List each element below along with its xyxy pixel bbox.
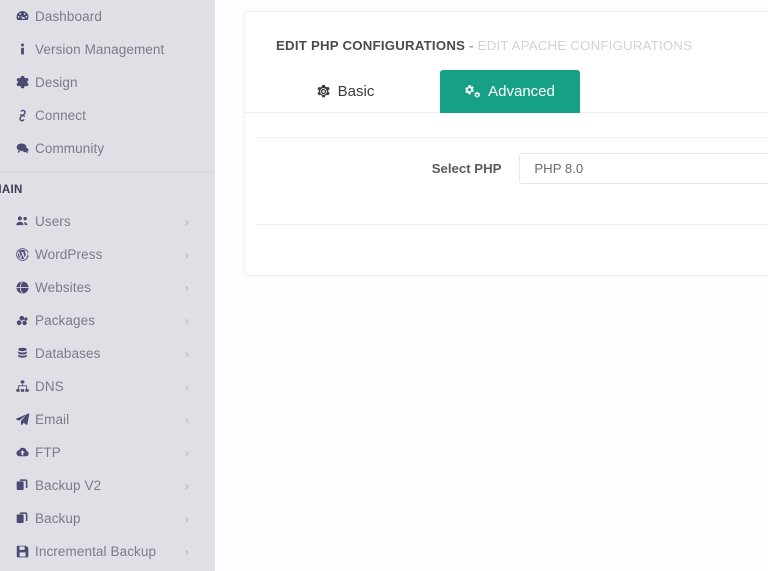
chevron-right-icon: › <box>185 478 189 493</box>
sidebar-item-label: Users <box>35 214 71 229</box>
sidebar-item-label: Email <box>35 412 70 427</box>
page-title-separator: - <box>465 38 478 53</box>
wordpress-icon <box>9 247 35 262</box>
sidebar-item-label: Design <box>35 75 78 90</box>
sidebar-item-label: DNS <box>35 379 64 394</box>
sidebar-item-community[interactable]: Community <box>0 132 215 165</box>
sidebar-item-dns[interactable]: DNS › <box>0 370 215 403</box>
sidebar-item-ftp[interactable]: FTP › <box>0 436 215 469</box>
tab-advanced-label: Advanced <box>488 83 555 100</box>
main-content: EDIT PHP CONFIGURATIONS - EDIT APACHE CO… <box>215 0 768 571</box>
sidebar-item-connect[interactable]: Connect <box>0 99 215 132</box>
sidebar-item-users[interactable]: Users › <box>0 205 215 238</box>
sidebar-item-label: FTP <box>35 445 61 460</box>
tab-bar: Basic Advanced <box>245 70 768 113</box>
sidebar-main-list: Users › WordPress › Websites › Packages › Databa… <box>0 205 215 568</box>
sidebar-item-label: Websites <box>35 280 92 295</box>
chevron-right-icon: › <box>185 379 189 394</box>
packages-icon <box>9 313 35 328</box>
chevron-right-icon: › <box>185 511 189 526</box>
tab-advanced[interactable]: Advanced <box>440 70 580 113</box>
page-title-primary: EDIT PHP CONFIGURATIONS <box>276 38 466 53</box>
sidebar-item-version-management[interactable]: Version Management <box>0 33 215 66</box>
link-icon <box>9 108 35 123</box>
sidebar-item-label: Connect <box>35 108 86 123</box>
separator-top <box>256 137 768 138</box>
select-php-dropdown[interactable]: PHP 8.0 <box>519 153 768 184</box>
gear-icon <box>316 84 331 99</box>
sidebar-item-dashboard[interactable]: Dashboard <box>0 0 215 33</box>
sidebar: Dashboard Version Management Design Connect… <box>0 0 215 571</box>
chevron-right-icon: › <box>185 445 189 460</box>
sidebar-item-websites[interactable]: Websites › <box>0 271 215 304</box>
sidebar-item-packages[interactable]: Packages › <box>0 304 215 337</box>
sidebar-item-label: Version Management <box>35 42 165 57</box>
sidebar-item-email[interactable]: Email › <box>0 403 215 436</box>
page-title: EDIT PHP CONFIGURATIONS - EDIT APACHE CO… <box>276 38 768 53</box>
select-php-row: Select PHP PHP 8.0 <box>245 153 768 184</box>
gear-icon <box>9 75 35 90</box>
page-title-secondary: EDIT APACHE CONFIGURATIONS <box>477 38 693 53</box>
sidebar-item-label: Databases <box>35 346 101 361</box>
paper-plane-icon <box>9 412 35 427</box>
chevron-right-icon: › <box>185 544 189 559</box>
sidebar-item-backup[interactable]: Backup › <box>0 502 215 535</box>
users-icon <box>9 214 35 229</box>
separator-bottom <box>256 224 768 225</box>
copy-icon <box>9 478 35 493</box>
sidebar-item-databases[interactable]: Databases › <box>0 337 215 370</box>
sidebar-item-label: Backup <box>35 511 81 526</box>
sidebar-item-label: Community <box>35 141 105 156</box>
select-php-label: Select PHP <box>431 161 502 176</box>
tab-basic[interactable]: Basic <box>292 70 398 113</box>
chevron-right-icon: › <box>185 280 189 295</box>
chevron-right-icon: › <box>185 412 189 427</box>
tab-basic-label: Basic <box>337 83 375 100</box>
globe-icon <box>9 280 35 295</box>
database-icon <box>9 346 35 361</box>
sidebar-item-wordpress[interactable]: WordPress › <box>0 238 215 271</box>
cogs-icon <box>465 84 481 99</box>
cloud-upload-icon <box>9 445 35 460</box>
chevron-right-icon: › <box>185 346 189 361</box>
comments-icon <box>9 141 35 156</box>
save-icon <box>9 544 35 559</box>
sidebar-item-label: Backup V2 <box>35 478 102 493</box>
chevron-right-icon: › <box>185 247 189 262</box>
select-php-value: PHP 8.0 <box>534 161 584 176</box>
sidebar-item-label: Packages <box>35 313 96 328</box>
card-header: EDIT PHP CONFIGURATIONS - EDIT APACHE CO… <box>245 12 768 53</box>
sidebar-item-incremental-backup[interactable]: Incremental Backup › <box>0 535 215 568</box>
sidebar-item-label: Incremental Backup <box>35 544 157 559</box>
sidebar-item-label: Dashboard <box>35 9 102 24</box>
sidebar-top-list: Dashboard Version Management Design Connect… <box>0 0 215 165</box>
dashboard-icon <box>9 9 35 24</box>
sidebar-item-label: WordPress <box>35 247 103 262</box>
sidebar-item-design[interactable]: Design <box>0 66 215 99</box>
sitemap-icon <box>9 379 35 394</box>
sidebar-section-title: MAIN <box>0 184 23 196</box>
sidebar-item-backup-v2[interactable]: Backup V2 › <box>0 469 215 502</box>
info-icon <box>9 42 35 57</box>
copy-icon <box>9 511 35 526</box>
php-configurations-card: EDIT PHP CONFIGURATIONS - EDIT APACHE CO… <box>244 11 768 276</box>
chevron-right-icon: › <box>185 313 189 328</box>
chevron-right-icon: › <box>185 214 189 229</box>
